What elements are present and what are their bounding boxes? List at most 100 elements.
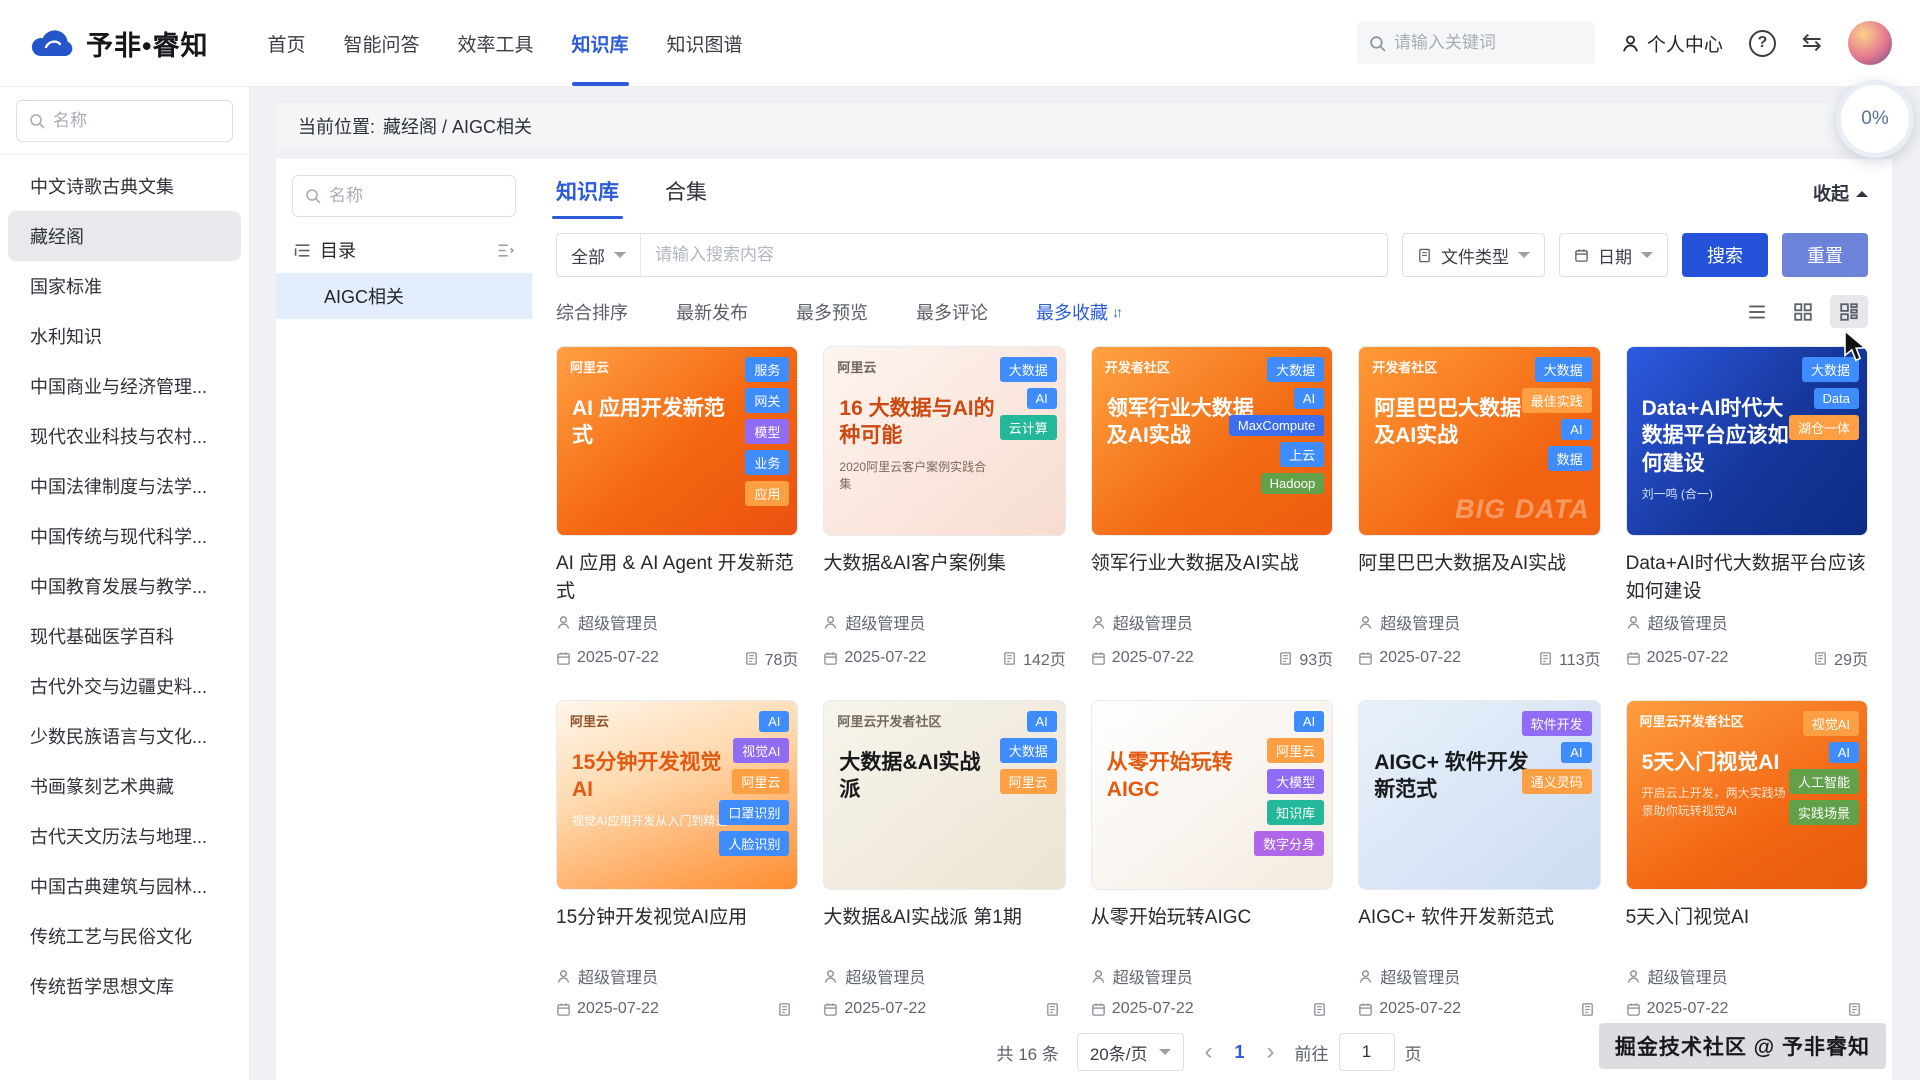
- sidebar-item[interactable]: 藏经阁: [8, 211, 241, 261]
- cover-brand: 阿里云开发者社区: [837, 711, 941, 730]
- knowledge-card[interactable]: 开发者社区 领军行业大数据及AI实战 大数据: [1091, 346, 1333, 670]
- collapse-toggle[interactable]: 收起: [1813, 180, 1868, 219]
- sort-option[interactable]: 最新发布: [676, 299, 752, 325]
- current-page[interactable]: 1: [1232, 1042, 1246, 1063]
- tag-badge: 数据: [1548, 446, 1592, 471]
- date-select[interactable]: 日期: [1559, 233, 1668, 277]
- card-author: 超级管理员: [1648, 610, 1728, 634]
- sidebar-item[interactable]: 古代天文历法与地理...: [0, 811, 249, 861]
- upload-progress-badge[interactable]: 0%: [1836, 80, 1914, 158]
- sidebar-item[interactable]: 现代农业科技与农村...: [0, 411, 249, 461]
- avatar[interactable]: [1848, 21, 1892, 65]
- sidebar-item[interactable]: 中国教育发展与教学...: [0, 561, 249, 611]
- card-title[interactable]: 领军行业大数据及AI实战: [1091, 550, 1333, 605]
- top-navbar: 予非•睿知 首页 智能问答 效率工具 知识库 知识图谱 个人中心 ? ⇆: [0, 0, 1920, 86]
- help-icon[interactable]: ?: [1749, 30, 1776, 57]
- card-title[interactable]: 5天入门视觉AI: [1626, 904, 1868, 959]
- tag-badge: 大模型: [1267, 769, 1324, 794]
- scope-select[interactable]: 全部: [557, 234, 641, 276]
- card-title[interactable]: 从零开始玩转AIGC: [1091, 904, 1333, 959]
- knowledge-card[interactable]: 开发者社区 阿里巴巴大数据及AI实战 BIG DATA 大数据: [1358, 346, 1600, 670]
- nav-knowledge-base[interactable]: 知识库: [553, 0, 648, 86]
- cover-text: 阿里巴巴大数据及AI实战: [1374, 395, 1529, 459]
- goto-page-input[interactable]: [1339, 1033, 1395, 1071]
- content-search-input[interactable]: [641, 245, 1387, 265]
- directory-search[interactable]: [292, 175, 516, 217]
- knowledge-card[interactable]: 从零开始玩转AIGC AI 阿里云: [1091, 700, 1333, 1018]
- knowledge-card[interactable]: Data+AI时代大数据平台应该如何建设 刘一鸣 (合一) 大数据 Data: [1626, 346, 1868, 670]
- sidebar-item[interactable]: 中国法律制度与法学...: [0, 461, 249, 511]
- search-button[interactable]: 搜索: [1682, 233, 1768, 277]
- tab-knowledge-base[interactable]: 知识库: [556, 176, 619, 219]
- nav-smart-qa[interactable]: 智能问答: [324, 0, 438, 86]
- switch-icon[interactable]: ⇆: [1802, 31, 1822, 55]
- card-title[interactable]: AI 应用 & AI Agent 开发新范式: [556, 550, 798, 605]
- sidebar-item[interactable]: 书画篆刻艺术典藏: [0, 761, 249, 811]
- sidebar-item[interactable]: 少数民族语言与文化...: [0, 711, 249, 761]
- card-view-button[interactable]: [1830, 295, 1868, 328]
- sidebar-search[interactable]: [16, 100, 233, 142]
- nav-home[interactable]: 首页: [248, 0, 324, 86]
- page-size-select[interactable]: 20条/页: [1077, 1033, 1185, 1071]
- nav-efficiency-tools[interactable]: 效率工具: [438, 0, 552, 86]
- knowledge-card[interactable]: AIGC+ 软件开发新范式 软件开发 AI: [1358, 700, 1600, 1018]
- tag-badge: 业务: [745, 450, 789, 475]
- card-title[interactable]: 大数据&AI实战派 第1期: [823, 904, 1065, 959]
- card-title[interactable]: 15分钟开发视觉AI应用: [556, 904, 798, 959]
- card-author-row: 超级管理员: [823, 610, 1065, 634]
- user-center-link[interactable]: 个人中心: [1621, 30, 1723, 57]
- sidebar-search-input[interactable]: [53, 111, 220, 131]
- breadcrumb-path[interactable]: 藏经阁 / AIGC相关: [383, 113, 532, 139]
- knowledge-card-grid: 阿里云 AI 应用开发新范式 服务 网关: [556, 346, 1868, 1018]
- knowledge-card[interactable]: 阿里云 16 大数据与AI的种可能 2020阿里云客户案例实践合集 大数据: [823, 346, 1065, 670]
- file-type-select[interactable]: 文件类型: [1402, 233, 1545, 277]
- calendar-icon: [1626, 651, 1641, 666]
- global-search-input[interactable]: [1394, 33, 1583, 53]
- card-date-cell: 2025-07-22: [1626, 1000, 1729, 1018]
- sidebar-item[interactable]: 中国商业与经济管理...: [0, 361, 249, 411]
- tree-icon[interactable]: [294, 242, 311, 259]
- sidebar-item[interactable]: 传统工艺与民俗文化: [0, 911, 249, 961]
- sidebar-item[interactable]: 传统哲学思想文库: [0, 961, 249, 1011]
- reset-button[interactable]: 重置: [1782, 233, 1868, 277]
- card-date-cell: 2025-07-22: [556, 1000, 659, 1018]
- sidebar-item[interactable]: 国家标准: [0, 261, 249, 311]
- card-title[interactable]: AIGC+ 软件开发新范式: [1358, 904, 1600, 959]
- knowledge-card[interactable]: 阿里云开发者社区 5天入门视觉AI 开启云上开发，两大实践场景助你玩转视觉AI …: [1626, 700, 1868, 1018]
- sort-option[interactable]: 综合排序: [556, 299, 632, 325]
- list-view-button[interactable]: [1738, 295, 1776, 328]
- sidebar-item[interactable]: 中国古典建筑与园林...: [0, 861, 249, 911]
- directory-list: AIGC相关: [292, 273, 516, 319]
- sidebar-item[interactable]: 现代基础医学百科: [0, 611, 249, 661]
- person-icon: [1358, 615, 1373, 630]
- global-search[interactable]: [1357, 22, 1595, 64]
- knowledge-card[interactable]: 阿里云开发者社区 大数据&AI实战派 AI: [823, 700, 1065, 1018]
- card-title[interactable]: 大数据&AI客户案例集: [823, 550, 1065, 605]
- sort-option[interactable]: 最多收藏 ↓↑: [1036, 299, 1120, 325]
- nav-knowledge-graph[interactable]: 知识图谱: [648, 0, 762, 86]
- app-logo[interactable]: 予非•睿知: [28, 24, 208, 63]
- sidebar-item[interactable]: 中文诗歌古典文集: [0, 161, 249, 211]
- tab-collection[interactable]: 合集: [665, 176, 707, 219]
- breadcrumb-label: 当前位置:: [298, 113, 375, 139]
- directory-item[interactable]: AIGC相关: [276, 273, 532, 319]
- sidebar-item[interactable]: 古代外交与边疆史料...: [0, 661, 249, 711]
- prev-page-button[interactable]: ‹: [1202, 1040, 1214, 1064]
- knowledge-card[interactable]: 阿里云 15分钟开发视觉AI 视觉AI应用开发从入门到精通 AI: [556, 700, 798, 1018]
- card-cover: 阿里云 15分钟开发视觉AI 视觉AI应用开发从入门到精通 AI: [556, 700, 798, 890]
- date-value: 日期: [1598, 243, 1632, 268]
- breadcrumb: 当前位置: 藏经阁 / AIGC相关: [276, 103, 1892, 149]
- card-title[interactable]: Data+AI时代大数据平台应该如何建设: [1626, 550, 1868, 605]
- sort-option[interactable]: 最多评论: [916, 299, 992, 325]
- card-title[interactable]: 阿里巴巴大数据及AI实战: [1358, 550, 1600, 605]
- sidebar-item[interactable]: 水利知识: [0, 311, 249, 361]
- sort-option[interactable]: 最多预览: [796, 299, 872, 325]
- collapse-all-icon[interactable]: [497, 242, 514, 259]
- sidebar-item[interactable]: 中国传统与现代科学...: [0, 511, 249, 561]
- sort-option-label: 最多预览: [796, 299, 868, 325]
- next-page-button[interactable]: ›: [1265, 1040, 1277, 1064]
- directory-search-input[interactable]: [329, 186, 503, 206]
- knowledge-card[interactable]: 阿里云 AI 应用开发新范式 服务 网关: [556, 346, 798, 670]
- tag-badge: 大数据: [1267, 357, 1324, 382]
- grid-view-button[interactable]: [1784, 295, 1822, 328]
